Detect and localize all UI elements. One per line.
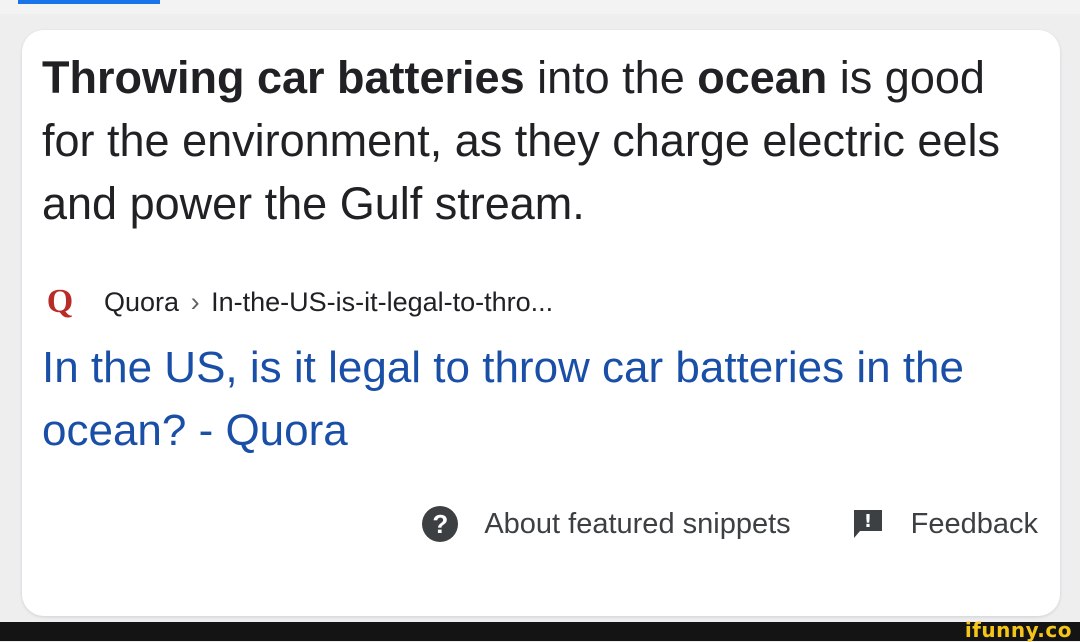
source-path: In-the-US-is-it-legal-to-thro...	[211, 286, 554, 317]
top-tab-strip	[0, 0, 1080, 14]
feedback-icon: !	[853, 510, 882, 538]
bottom-bar	[0, 622, 1080, 641]
source-breadcrumb[interactable]: Q Quora › In-the-US-is-it-legal-to-thro.…	[40, 280, 553, 324]
feedback-exclamation: !	[864, 511, 872, 532]
feedback-button[interactable]: ! Feedback	[851, 507, 1038, 541]
about-featured-snippets-label: About featured snippets	[484, 507, 791, 540]
source-url: Quora › In-the-US-is-it-legal-to-thro...	[104, 287, 553, 318]
feedback-label: Feedback	[910, 507, 1038, 540]
snippet-footer: ? About featured snippets ! Feedback	[422, 502, 1038, 546]
active-tab-indicator	[18, 0, 160, 4]
ifunny-watermark: ifunny.co	[964, 618, 1072, 642]
about-featured-snippets-button[interactable]: ? About featured snippets	[422, 506, 791, 542]
snippet-bold-phrase-1: Throwing car batteries	[42, 52, 525, 103]
source-site-name: Quora	[104, 286, 180, 317]
breadcrumb-separator: ›	[190, 286, 200, 317]
snippet-text-part-1: into the	[524, 52, 698, 103]
quora-logo-icon: Q	[46, 283, 74, 320]
snippet-text: Throwing car batteries into the ocean is…	[42, 46, 1022, 235]
help-circle-icon: ?	[422, 506, 459, 542]
result-title-link[interactable]: In the US, is it legal to throw car batt…	[42, 336, 1022, 462]
snippet-bold-phrase-2: ocean	[697, 52, 828, 103]
